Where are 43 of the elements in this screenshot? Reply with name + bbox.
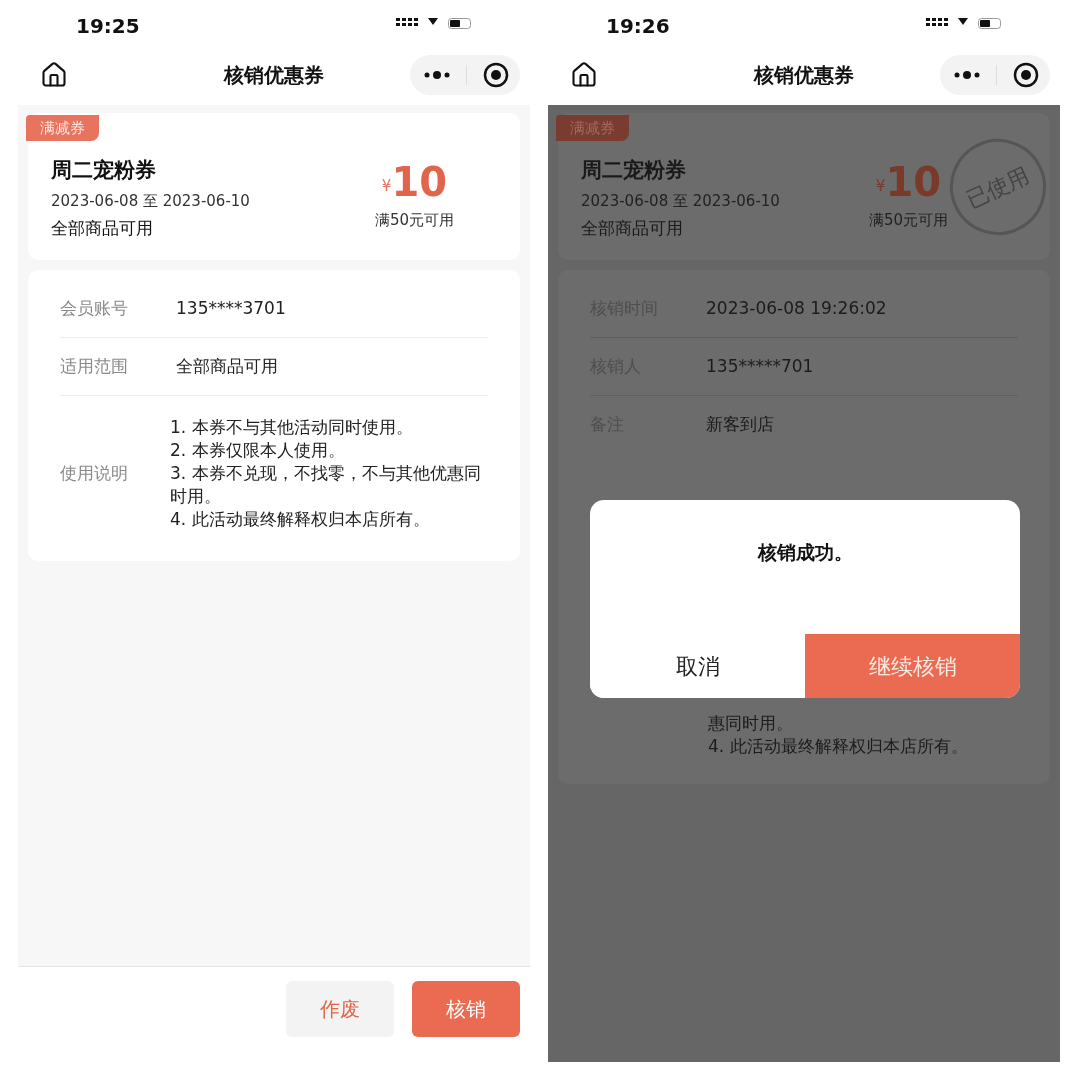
dialog-message: 核销成功。 <box>756 540 854 565</box>
note-line: 2. 本券仅限本人使用。 <box>170 439 346 462</box>
coupon-dates: 2023-06-08 至 2023-06-10 <box>581 191 780 211</box>
coupon-name: 周二宠粉券 <box>51 157 157 183</box>
coupon-amount: 10 <box>391 161 448 203</box>
detail-value: 135*****701 <box>706 354 814 378</box>
detail-label: 会员账号 <box>60 296 129 320</box>
coupon-condition: 满50元可用 <box>374 210 454 231</box>
battery-icon <box>448 18 472 30</box>
coupon-tag: 满减券 <box>26 115 99 141</box>
status-time: 19:25 <box>76 18 140 36</box>
note-line: 4. 此活动最终解释权归本店所有。 <box>170 508 431 531</box>
note-line: 3. 本券不兑现，不找零，不与其他优惠同时用。 <box>170 462 482 508</box>
note-line: 4. 此活动最终解释权归本店所有。 <box>708 735 969 758</box>
coupon-scope: 全部商品可用 <box>51 217 154 239</box>
coupon-scope: 全部商品可用 <box>581 217 684 239</box>
page-title: 核销优惠券 <box>754 62 854 89</box>
home-icon[interactable] <box>40 61 68 89</box>
note-line: 1. 本券不与其他活动同时使用。 <box>170 416 414 439</box>
page-title: 核销优惠券 <box>224 62 324 89</box>
detail-value: 全部商品可用 <box>176 354 278 378</box>
coupon-dates: 2023-06-08 至 2023-06-10 <box>51 191 250 211</box>
dialog-button[interactable]: 继续核销 <box>805 634 1020 698</box>
detail-value: 135****3701 <box>176 296 286 320</box>
footer-button[interactable]: 核销 <box>412 981 520 1037</box>
detail-label: 适用范围 <box>60 354 129 378</box>
wifi-icon <box>958 18 968 25</box>
wifi-icon <box>428 18 438 25</box>
signal-icon <box>396 18 418 28</box>
home-icon[interactable] <box>570 61 598 89</box>
status-time: 19:26 <box>606 18 670 36</box>
detail-label: 使用说明 <box>60 461 129 485</box>
more-icon[interactable] <box>954 70 980 80</box>
more-icon[interactable] <box>424 70 450 80</box>
currency-sign: ¥ <box>875 175 886 197</box>
currency-sign: ¥ <box>381 175 392 197</box>
detail-value: 新客到店 <box>706 413 774 437</box>
footer-button[interactable]: 作废 <box>286 981 394 1037</box>
note-line: 惠同时用。 <box>708 712 794 735</box>
battery-icon <box>978 18 1002 30</box>
coupon-name: 周二宠粉券 <box>581 157 687 183</box>
signal-icon <box>926 18 948 28</box>
detail-value: 2023-06-08 19:26:02 <box>706 296 887 320</box>
